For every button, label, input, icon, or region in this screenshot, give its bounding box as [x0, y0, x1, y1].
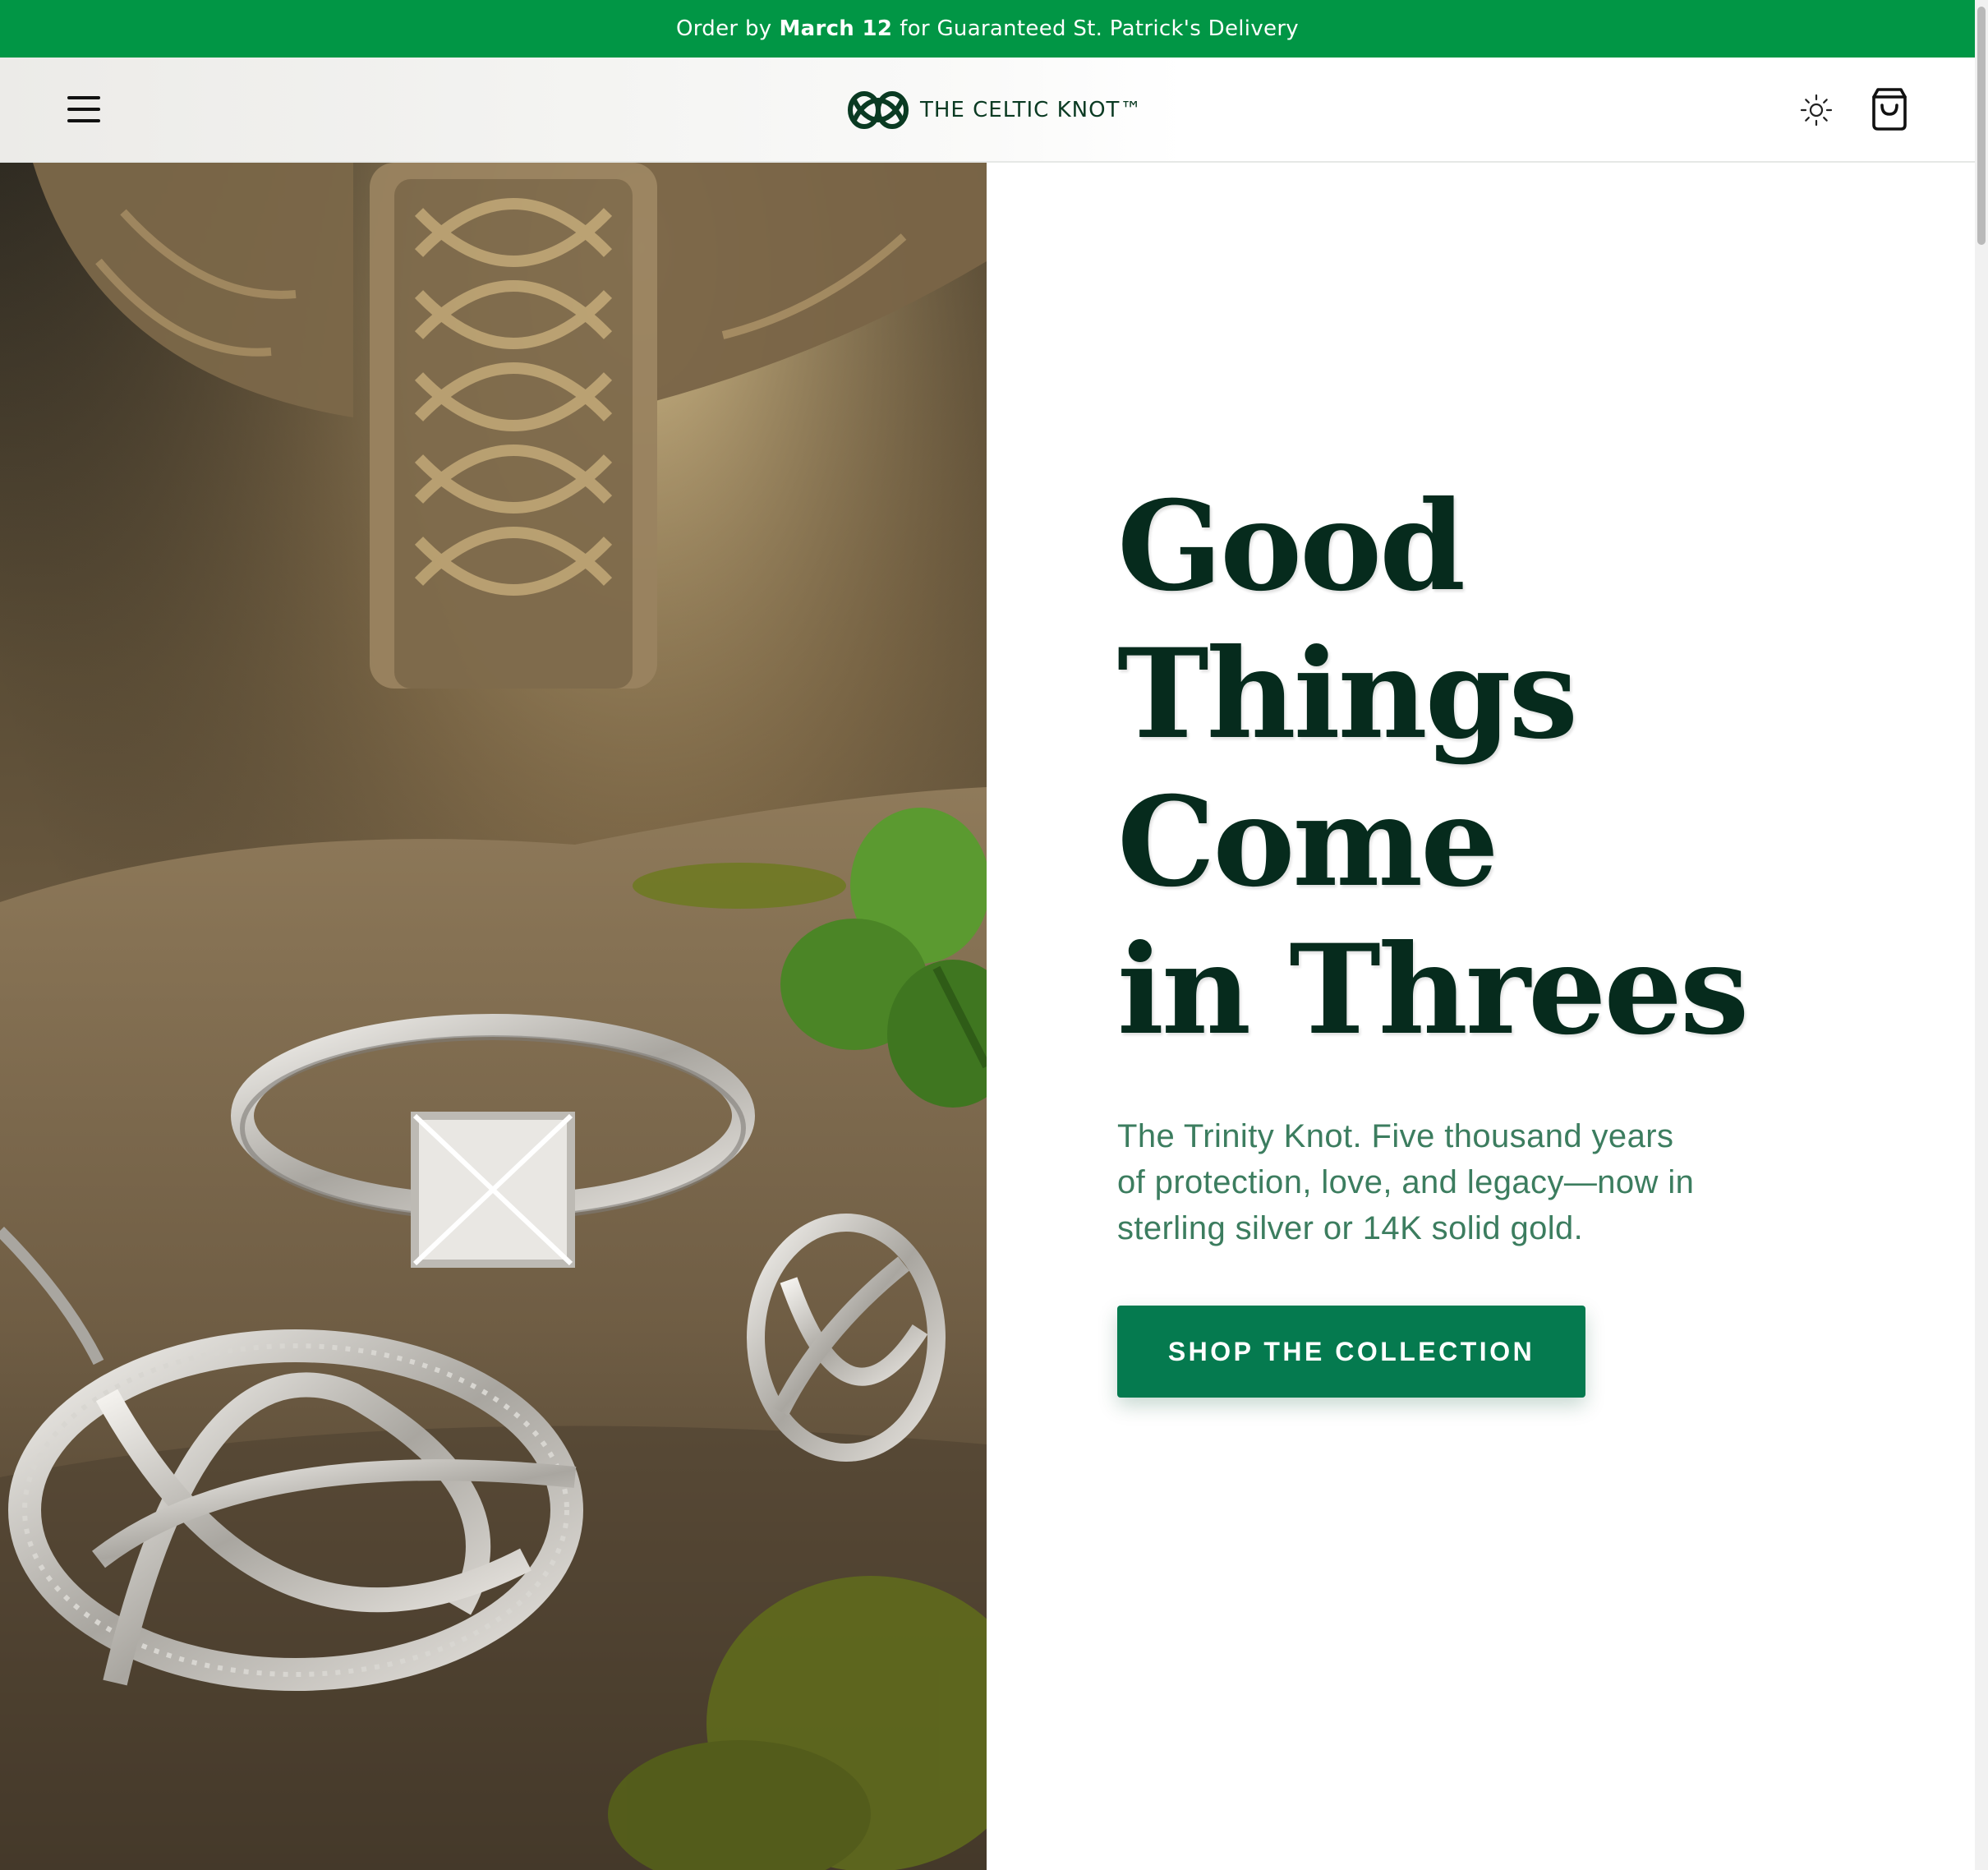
scrollbar-thumb[interactable]	[1977, 7, 1986, 245]
hero-image	[0, 163, 987, 1870]
hamburger-menu-icon[interactable]	[67, 96, 100, 124]
shop-collection-button[interactable]: SHOP THE COLLECTION	[1117, 1306, 1585, 1398]
sun-icon[interactable]	[1799, 93, 1834, 127]
hero-content: Good Things Come in Threes The Trinity K…	[1117, 472, 1857, 1398]
hero-description: The Trinity Knot. Five thousand years of…	[1117, 1118, 1695, 1246]
celtic-knot-logo-icon	[848, 91, 909, 129]
site-header: THE CELTIC KNOT™	[0, 58, 1975, 163]
announcement-date: March 12	[779, 16, 893, 41]
announcement-suffix: for Guaranteed St. Patrick's Delivery	[900, 16, 1299, 41]
brand-name: THE CELTIC KNOT™	[920, 98, 1143, 122]
page-scrollbar[interactable]	[1975, 0, 1988, 1870]
hero-title: Good Things Come in Threes	[1117, 474, 1749, 1062]
announcement-bar: Order by March 12 for Guaranteed St. Pat…	[0, 0, 1975, 58]
brand-logo-link[interactable]: THE CELTIC KNOT™	[846, 89, 1142, 131]
hero-jewelry-illustration	[0, 163, 987, 1870]
announcement-prefix: Order by	[676, 16, 772, 41]
shopping-bag-icon[interactable]	[1870, 87, 1909, 131]
